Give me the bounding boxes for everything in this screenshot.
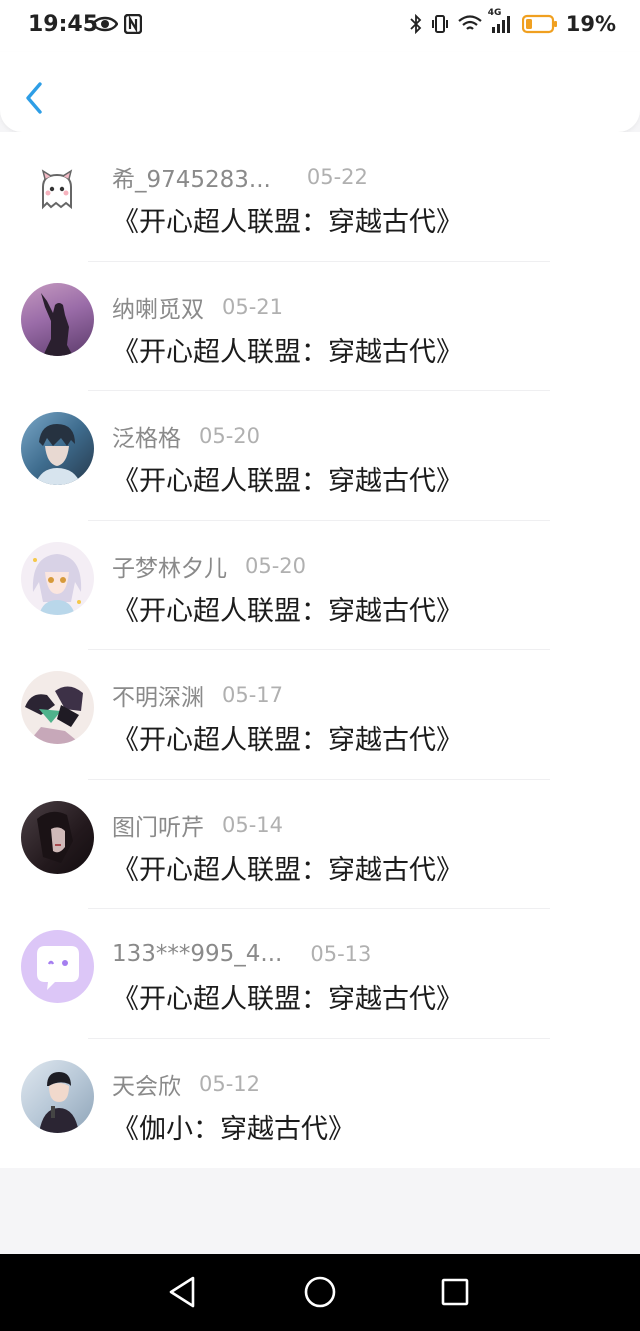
back-triangle-icon (169, 1276, 195, 1308)
list-item[interactable]: 不明深渊 05-17 《开心超人联盟：穿越古代》 (0, 650, 640, 780)
date: 05-20 (245, 553, 307, 578)
anime-girl-avatar[interactable] (21, 541, 94, 615)
date: 05-22 (306, 165, 368, 189)
vibrate-icon (430, 14, 450, 34)
username: 子梦林夕儿 (112, 555, 227, 582)
screen: 19:45 4G 19% 希_9745283... 05-22 《开心超人联盟：… (0, 0, 640, 1331)
system-nav-bar (0, 1254, 640, 1331)
book-title: 《开心超人联盟：穿越古代》 (112, 207, 463, 238)
username: 图门听芹 (112, 814, 204, 841)
wifi-icon (458, 15, 482, 33)
book-title: 《伽小：穿越古代》 (112, 1113, 355, 1145)
date: 05-21 (222, 294, 284, 319)
dark-portrait-avatar[interactable] (21, 800, 94, 874)
reader-list: 希_9745283... 05-22 《开心超人联盟：穿越古代》 纳喇觅双 05… (0, 132, 640, 1168)
item-meta: 泛格格 05-20 (112, 419, 260, 453)
chevron-left-icon (26, 82, 42, 114)
date: 05-20 (199, 424, 261, 448)
anime-boy-avatar[interactable] (21, 412, 94, 485)
book-title: 《开心超人联盟：穿越古代》 (112, 466, 463, 497)
status-time: 19:45 (28, 12, 99, 37)
anime-duo-avatar[interactable] (21, 671, 94, 744)
photo-person-avatar[interactable] (21, 1059, 94, 1133)
book-title: 《开心超人联盟：穿越古代》 (112, 854, 463, 886)
item-meta: 子梦林夕儿 05-20 (112, 549, 306, 583)
item-meta: 希_9745283... 05-22 (112, 160, 368, 194)
item-meta: 图门听芹 05-14 (112, 808, 283, 842)
list-item[interactable]: 133***995_4... 05-13 《开心超人联盟：穿越古代》 (0, 909, 640, 1039)
recents-square-icon (441, 1278, 469, 1306)
network-label: 4G (487, 8, 502, 18)
date: 05-17 (222, 683, 284, 707)
username: 泛格格 (112, 426, 181, 452)
book-title: 《开心超人联盟：穿越古代》 (112, 984, 463, 1015)
book-title: 《开心超人联盟：穿越古代》 (112, 725, 463, 756)
nfc-icon (124, 14, 142, 34)
list-item[interactable]: 泛格格 05-20 《开心超人联盟：穿越古代》 (0, 391, 640, 521)
list-item[interactable]: 希_9745283... 05-22 《开心超人联盟：穿越古代》 (0, 132, 640, 262)
date: 05-13 (310, 942, 372, 966)
list-item[interactable]: 图门听芹 05-14 《开心超人联盟：穿越古代》 (0, 780, 640, 909)
battery-percent: 19% (565, 12, 616, 36)
list-item[interactable]: 纳喇觅双 05-21 《开心超人联盟：穿越古代》 (0, 262, 640, 391)
ghost-cat-avatar[interactable] (21, 153, 94, 226)
username: 133***995_4... (112, 941, 283, 967)
date: 05-12 (199, 1071, 261, 1096)
username: 希_9745283... (112, 167, 271, 193)
bluetooth-icon (410, 14, 422, 34)
home-circle-icon (304, 1276, 336, 1308)
list-item[interactable]: 子梦林夕儿 05-20 《开心超人联盟：穿越古代》 (0, 521, 640, 650)
signal-icon: 4G (488, 8, 514, 34)
eye-icon (92, 15, 118, 33)
item-meta: 133***995_4... 05-13 (112, 937, 371, 971)
status-right-icons: 4G 19% (410, 8, 616, 36)
status-bar: 19:45 4G 19% (0, 0, 640, 52)
date: 05-14 (222, 812, 284, 837)
header-bar (0, 52, 640, 132)
item-meta: 天会欣 05-12 (112, 1067, 260, 1101)
battery-icon (521, 14, 558, 34)
book-title: 《开心超人联盟：穿越古代》 (112, 336, 463, 368)
item-meta: 纳喇觅双 05-21 (112, 290, 283, 324)
username: 纳喇觅双 (112, 296, 204, 323)
silhouette-avatar[interactable] (21, 282, 94, 356)
chat-bubble-avatar[interactable] (21, 930, 94, 1003)
list-item[interactable]: 天会欣 05-12 《伽小：穿越古代》 (0, 1039, 640, 1169)
nav-recents-button[interactable] (435, 1272, 475, 1312)
back-button[interactable] (20, 78, 50, 118)
username: 天会欣 (112, 1073, 181, 1100)
nav-home-button[interactable] (300, 1272, 340, 1312)
username: 不明深渊 (112, 685, 204, 711)
nav-back-button[interactable] (163, 1272, 203, 1312)
status-left-icons (92, 14, 142, 34)
book-title: 《开心超人联盟：穿越古代》 (112, 595, 463, 627)
item-meta: 不明深渊 05-17 (112, 678, 283, 712)
